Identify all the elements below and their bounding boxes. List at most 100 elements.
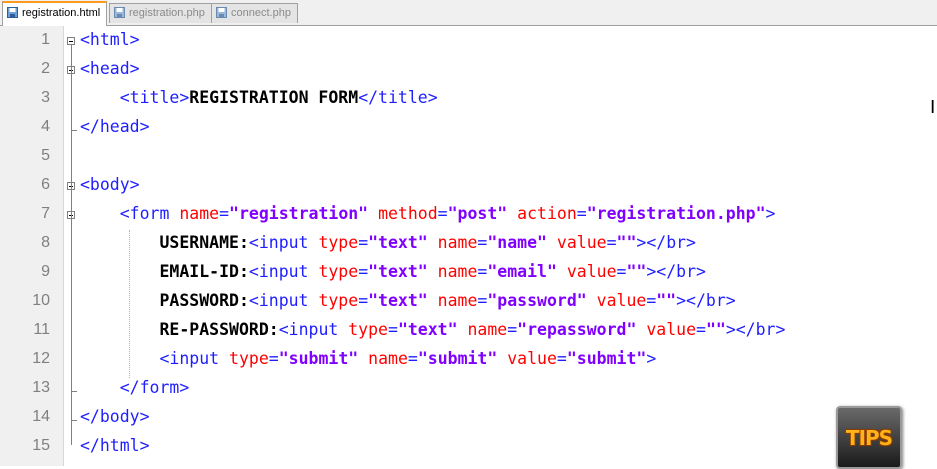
- line-number: 8: [41, 234, 50, 251]
- code-token-tag: <input: [278, 320, 349, 339]
- code-token-attr: type: [348, 320, 388, 339]
- code-token-tag: >: [765, 204, 776, 223]
- code-token-tag: =: [477, 233, 488, 252]
- code-line[interactable]: 14 </body>: [0, 403, 937, 432]
- code-line[interactable]: 4 </head>: [0, 113, 937, 142]
- code-token-txt: USERNAME:: [159, 233, 249, 252]
- code-token-tag: >: [646, 349, 657, 368]
- file-save-icon: [7, 7, 18, 18]
- code-line[interactable]: 8 USERNAME:<input type="text" name="name…: [0, 229, 937, 258]
- code-editor[interactable]: 1 <html> 2 <head> 3 <title>REGISTRATION FORM…: [0, 26, 937, 469]
- tab-connect-php[interactable]: connect.php: [211, 3, 298, 23]
- code-line[interactable]: 3 <title>REGISTRATION FORM</title>: [0, 84, 937, 113]
- code-token-attr: type: [318, 291, 359, 310]
- tab-label: registration.php: [129, 7, 205, 19]
- code-line[interactable]: 7 <form name="registration" method="post…: [0, 200, 937, 229]
- code-line[interactable]: 12 <input type="submit" name="submit" va…: [0, 345, 937, 374]
- code-token-tag: <html>: [80, 30, 140, 49]
- code-token-val: "post": [447, 204, 508, 223]
- tips-badge-label: TIPS: [845, 425, 893, 450]
- file-save-icon: [216, 7, 227, 18]
- code-line[interactable]: 5: [0, 142, 937, 171]
- code-token-attr: type: [318, 233, 359, 252]
- line-number: 10: [32, 292, 50, 309]
- code-token-val: "text": [368, 291, 428, 310]
- code-token-tag: <input: [248, 291, 319, 310]
- code-line[interactable]: 10 PASSWORD:<input type="text" name="pas…: [0, 287, 937, 316]
- code-token-attr: value: [566, 262, 617, 281]
- code-token-tag: ></br>: [676, 291, 736, 310]
- code-token-tag: </body>: [80, 407, 150, 426]
- code-token-attr: name: [437, 233, 478, 252]
- code-text: </form>: [80, 378, 190, 398]
- code-line[interactable]: 9 EMAIL-ID:<input type="text" name="emai…: [0, 258, 937, 287]
- code-token-attr: method: [378, 204, 438, 223]
- line-number: 2: [41, 60, 50, 77]
- code-line[interactable]: 6 <body>: [0, 171, 937, 200]
- tab-label: registration.html: [22, 7, 101, 19]
- code-token-tag: <input: [248, 233, 319, 252]
- code-token-tag: ></br>: [636, 233, 696, 252]
- code-line[interactable]: 2 <head>: [0, 55, 937, 84]
- code-token-val: "": [705, 320, 726, 339]
- line-number: 1: [41, 31, 50, 48]
- tab-registration-php[interactable]: registration.php: [109, 3, 212, 23]
- line-number: 3: [41, 89, 50, 106]
- code-text: </html>: [80, 436, 150, 456]
- code-token-val: "registration.php": [586, 204, 766, 223]
- code-token-val: "text": [368, 262, 428, 281]
- code-token-attr: type: [229, 349, 269, 368]
- code-token-val: "": [626, 262, 647, 281]
- code-line[interactable]: 11 RE-PASSWORD:<input type="text" name="…: [0, 316, 937, 345]
- code-line[interactable]: 15 </html>: [0, 432, 937, 461]
- tab-label: connect.php: [231, 7, 291, 19]
- code-token-tag: =: [576, 204, 587, 223]
- code-token-txt: PASSWORD:: [159, 291, 249, 310]
- line-number: 15: [32, 437, 50, 454]
- line-number: 4: [41, 118, 50, 135]
- code-token-tag: =: [616, 262, 627, 281]
- code-token-tag: =: [646, 291, 657, 310]
- tab-registration-html[interactable]: registration.html: [2, 1, 108, 26]
- code-token-val: "password": [487, 291, 587, 310]
- code-text: <input type="submit" name="submit" value…: [80, 349, 656, 369]
- code-token-tag: =: [358, 233, 369, 252]
- code-token-tag: =: [696, 320, 706, 339]
- code-token-attr: action: [517, 204, 577, 223]
- code-token-tag: =: [358, 291, 369, 310]
- code-token-tag: <body>: [80, 175, 140, 194]
- code-token-tag: ></br>: [646, 262, 706, 281]
- code-token-attr: value: [646, 320, 696, 339]
- code-line[interactable]: 13 </form>: [0, 374, 937, 403]
- code-token-tag: <head>: [80, 59, 140, 78]
- code-text: </body>: [80, 407, 150, 427]
- code-token-tag: </form>: [119, 378, 190, 397]
- code-line[interactable]: 1 <html>: [0, 26, 937, 55]
- line-number: 14: [32, 408, 50, 425]
- code-text: <title>REGISTRATION FORM</title>: [80, 88, 438, 108]
- code-token-attr: value: [556, 233, 607, 252]
- code-token-tag: =: [477, 291, 488, 310]
- code-token-val: "name": [487, 233, 547, 252]
- tips-badge[interactable]: TIPS: [836, 406, 902, 469]
- code-token-val: "email": [487, 262, 557, 281]
- code-token-tag: =: [437, 204, 448, 223]
- code-token-tag: =: [407, 349, 418, 368]
- line-number: 6: [41, 176, 50, 193]
